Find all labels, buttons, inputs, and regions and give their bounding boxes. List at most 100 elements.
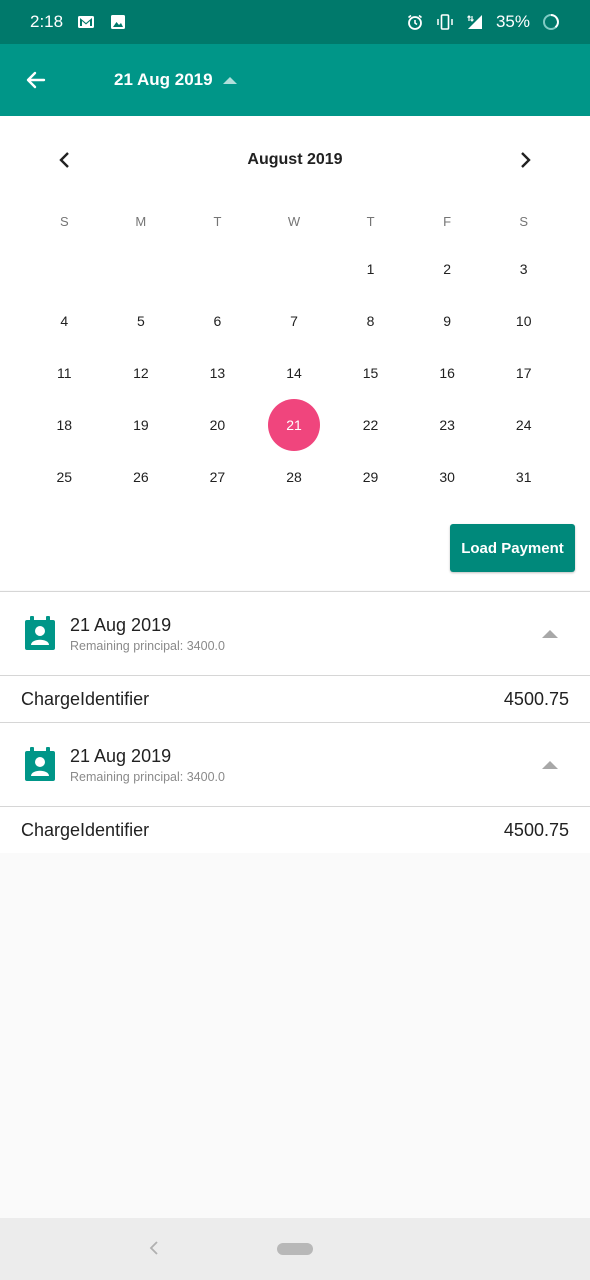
calendar-day[interactable]: 16 xyxy=(409,347,486,399)
home-pill[interactable] xyxy=(277,1243,313,1255)
collapse-caret-icon[interactable] xyxy=(542,630,558,638)
calendar-day[interactable]: 3 xyxy=(485,243,562,295)
system-nav-bar xyxy=(0,1218,590,1280)
calendar-header: August 2019 xyxy=(0,140,590,180)
calendar-day[interactable]: 5 xyxy=(103,295,180,347)
chevron-left-icon xyxy=(59,152,69,168)
calendar-day-number: 29 xyxy=(362,469,379,485)
calendar-day[interactable]: 12 xyxy=(103,347,180,399)
image-icon xyxy=(111,15,126,29)
calendar-day-number: 25 xyxy=(56,469,73,485)
calendar-day[interactable]: 28 xyxy=(256,451,333,503)
calendar-day[interactable]: 7 xyxy=(256,295,333,347)
calendar-day[interactable]: 29 xyxy=(332,451,409,503)
calendar-empty-cell xyxy=(103,243,180,295)
calendar-view: August 2019 S M T W T F S 1 2 3 4 5 6 7 8 9 10 11 1… xyxy=(0,116,590,590)
month-title: August 2019 xyxy=(247,151,343,168)
calendar-day-number: 1 xyxy=(366,261,375,277)
calendar-day[interactable]: 26 xyxy=(103,451,180,503)
load-payment-button[interactable]: Load Payment xyxy=(450,524,575,572)
calendar-day-number: 30 xyxy=(439,469,455,485)
payment-date: 21 Aug 2019 xyxy=(70,745,172,766)
calendar-day[interactable]: 13 xyxy=(179,347,256,399)
calendar-day-number: 5 xyxy=(136,313,145,329)
calendar-day[interactable]: 24 xyxy=(485,399,562,451)
calendar-day-number: 12 xyxy=(133,365,149,381)
calendar-day-number: 15 xyxy=(362,365,379,381)
vibrate-icon xyxy=(437,14,453,30)
alarm-icon xyxy=(407,14,422,30)
calendar-day[interactable]: 10 xyxy=(485,295,562,347)
app-toolbar: 21 Aug 2019 xyxy=(0,44,590,116)
calendar-day[interactable]: 4 xyxy=(26,295,103,347)
remaining-principal: Remaining principal: 3400.0 xyxy=(70,638,225,653)
calendar-day-number: 3 xyxy=(519,261,528,277)
signal-icon xyxy=(467,15,482,29)
calendar-day-number: 17 xyxy=(515,365,532,381)
weekday-label: T xyxy=(366,214,375,229)
payment-date: 21 Aug 2019 xyxy=(70,614,172,635)
calendar-day[interactable]: 1 xyxy=(332,243,409,295)
charge-label: ChargeIdentifier xyxy=(21,688,150,709)
calendar-day-number: 14 xyxy=(286,365,302,381)
battery-percent: 35% xyxy=(495,12,530,31)
calendar-day-number: 22 xyxy=(362,417,379,433)
charge-amount: 4500.75 xyxy=(503,819,569,840)
calendar-day-number: 19 xyxy=(133,417,149,433)
calendar-day[interactable]: 11 xyxy=(26,347,103,399)
calendar-empty-cell xyxy=(179,243,256,295)
calendar-day-number: 20 xyxy=(209,417,226,433)
calendar-week-row: 11 12 13 14 15 16 17 xyxy=(26,347,562,399)
calendar-day-selected[interactable]: 21 xyxy=(256,399,333,451)
calendar-day[interactable]: 9 xyxy=(409,295,486,347)
calendar-day-number: 31 xyxy=(515,469,532,485)
calendar-day-number: 9 xyxy=(443,313,452,329)
caret-up-icon xyxy=(222,76,237,84)
payment-group-header[interactable]: 21 Aug 2019 Remaining principal: 3400.0 xyxy=(0,722,590,807)
prev-month-button[interactable] xyxy=(48,143,82,177)
calendar-day[interactable]: 2 xyxy=(409,243,486,295)
calendar-day-number: 27 xyxy=(209,469,226,485)
calendar-day-number: 10 xyxy=(515,313,532,329)
calendar-day[interactable]: 20 xyxy=(179,399,256,451)
weekday-label: S xyxy=(59,214,69,229)
calendar-day[interactable]: 14 xyxy=(256,347,333,399)
calendar-day-number: 4 xyxy=(60,313,69,329)
date-dropdown[interactable]: 21 Aug 2019 xyxy=(114,70,237,90)
calendar-day[interactable]: 15 xyxy=(332,347,409,399)
weekday-header: S M T W T F S xyxy=(26,210,562,234)
calendar-day[interactable]: 25 xyxy=(26,451,103,503)
calendar-day-number: 6 xyxy=(213,313,222,329)
calendar-day[interactable]: 30 xyxy=(409,451,486,503)
calendar-day[interactable]: 19 xyxy=(103,399,180,451)
weekday-label: T xyxy=(213,214,222,229)
collapse-caret-icon[interactable] xyxy=(542,761,558,769)
charge-label: ChargeIdentifier xyxy=(21,819,150,840)
calendar-day-number: 23 xyxy=(439,417,455,433)
nav-back-icon[interactable] xyxy=(146,1238,162,1258)
calendar-day[interactable]: 27 xyxy=(179,451,256,503)
calendar-day-number: 28 xyxy=(286,469,302,485)
weekday-label: W xyxy=(287,214,301,229)
arrow-back-icon xyxy=(26,71,46,89)
calendar-day-number: 13 xyxy=(209,365,226,381)
calendar-day[interactable]: 22 xyxy=(332,399,409,451)
calendar-empty-cell xyxy=(26,243,103,295)
calendar-day[interactable]: 17 xyxy=(485,347,562,399)
back-button[interactable] xyxy=(0,44,72,116)
toolbar-title: 21 Aug 2019 xyxy=(114,70,213,89)
calendar-week-row: 4 5 6 7 8 9 10 xyxy=(26,295,562,347)
calendar-day[interactable]: 8 xyxy=(332,295,409,347)
gmail-icon xyxy=(78,16,95,28)
weekday-label: S xyxy=(519,214,529,229)
calendar-day[interactable]: 18 xyxy=(26,399,103,451)
calendar-day-number: 2 xyxy=(443,261,452,277)
calendar-day[interactable]: 23 xyxy=(409,399,486,451)
calendar-day[interactable]: 31 xyxy=(485,451,562,503)
calendar-day[interactable]: 6 xyxy=(179,295,256,347)
calendar-day-number: 16 xyxy=(439,365,455,381)
payment-group-header[interactable]: 21 Aug 2019 Remaining principal: 3400.0 xyxy=(0,591,590,676)
calendar-day-number: 24 xyxy=(515,417,532,433)
next-month-button[interactable] xyxy=(508,143,542,177)
calendar-week-row: 18 19 20 21 22 23 24 xyxy=(26,399,562,451)
